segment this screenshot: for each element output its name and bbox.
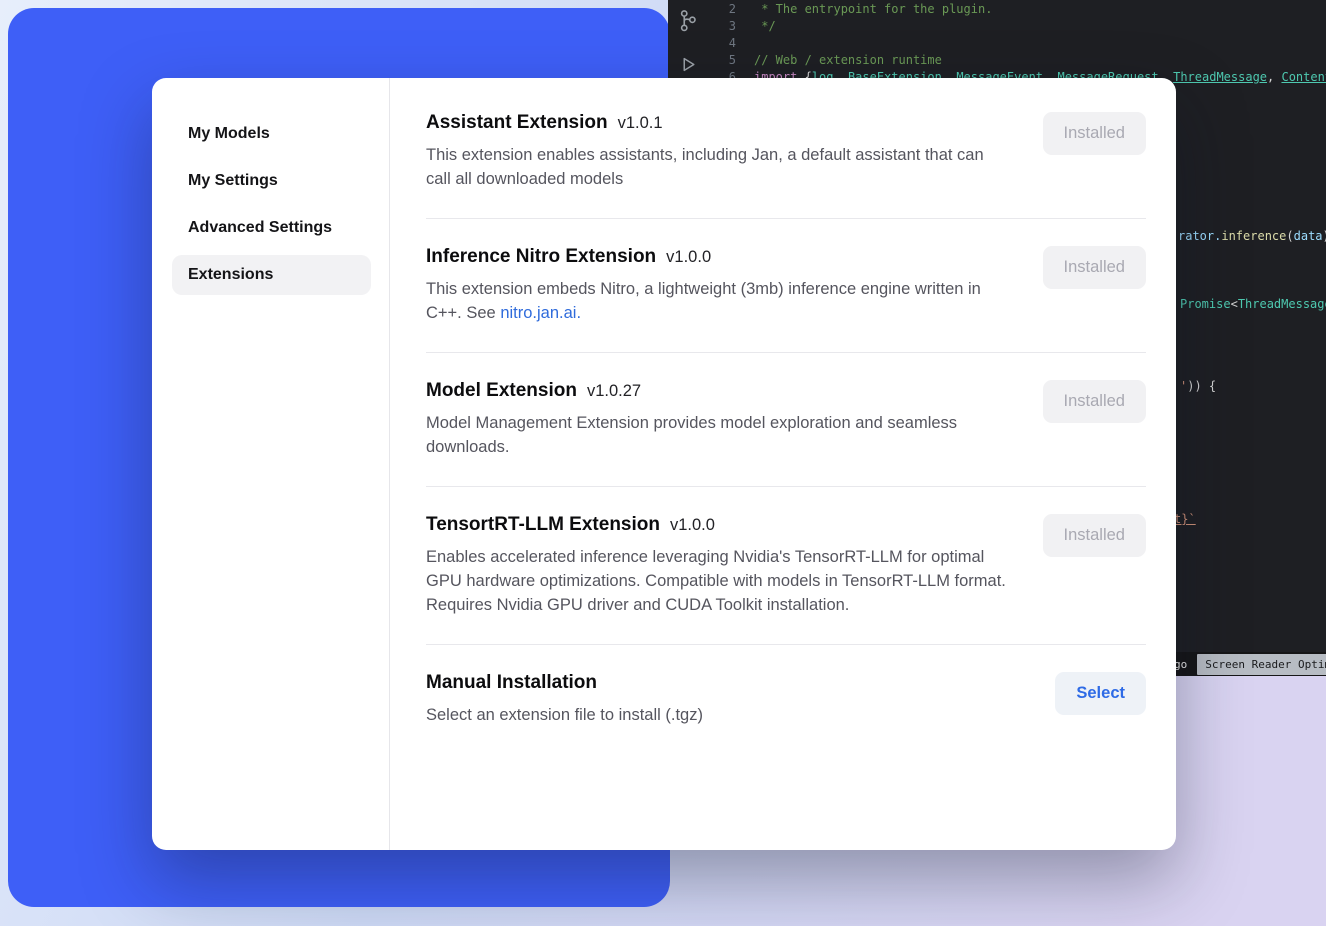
sidebar-item-advanced-settings[interactable]: Advanced Settings — [172, 208, 371, 248]
code-fragment: Promise<ThreadMessage> — [1180, 296, 1326, 313]
extension-version: v1.0.27 — [587, 382, 641, 401]
extension-title: Inference Nitro Extension — [426, 246, 656, 268]
code-line: 2 * The entrypoint for the plugin. — [668, 1, 1326, 18]
extension-description: This extension enables assistants, inclu… — [426, 143, 1011, 191]
section-divider — [426, 644, 1146, 645]
settings-modal: My Models My Settings Advanced Settings … — [152, 78, 1176, 850]
extension-section-tensorrt: TensortRT-LLM Extension v1.0.0 Enables a… — [426, 514, 1146, 617]
code-fragment: rator.inference(data)); — [1178, 228, 1326, 245]
sidebar-item-my-models[interactable]: My Models — [172, 114, 371, 154]
section-divider — [426, 486, 1146, 487]
manual-installation-title: Manual Installation — [426, 672, 597, 694]
extension-title: Model Extension — [426, 380, 577, 402]
installed-button[interactable]: Installed — [1043, 380, 1146, 423]
code-fragment: t}` — [1174, 511, 1196, 528]
sidebar-item-my-settings[interactable]: My Settings — [172, 161, 371, 201]
extension-description: Model Management Extension provides mode… — [426, 411, 1011, 459]
extension-description: Enables accelerated inference leveraging… — [426, 545, 1011, 617]
installed-button[interactable]: Installed — [1043, 514, 1146, 557]
code-line: 5// Web / extension runtime — [668, 52, 1326, 69]
extension-section-assistant: Assistant Extension v1.0.1 This extensio… — [426, 112, 1146, 191]
section-divider — [426, 218, 1146, 219]
sidebar-item-extensions[interactable]: Extensions — [172, 255, 371, 295]
section-divider — [426, 352, 1146, 353]
extension-section-nitro: Inference Nitro Extension v1.0.0 This ex… — [426, 246, 1146, 325]
extension-version: v1.0.0 — [670, 516, 715, 535]
settings-sidebar: My Models My Settings Advanced Settings … — [152, 78, 390, 850]
extension-version: v1.0.0 — [666, 248, 711, 267]
select-file-button[interactable]: Select — [1055, 672, 1146, 715]
extension-section-model: Model Extension v1.0.27 Model Management… — [426, 380, 1146, 459]
manual-installation-section: Manual Installation Select an extension … — [426, 672, 1146, 727]
nitro-jan-ai-link[interactable]: nitro.jan.ai. — [500, 304, 581, 322]
extensions-panel: Assistant Extension v1.0.1 This extensio… — [390, 78, 1176, 850]
installed-button[interactable]: Installed — [1043, 112, 1146, 155]
screen-reader-badge[interactable]: Screen Reader Optimized — [1197, 654, 1326, 675]
extension-version: v1.0.1 — [618, 114, 663, 133]
code-fragment: ')) { — [1180, 378, 1216, 395]
code-line: 4 — [668, 35, 1326, 52]
code-lines: 2 * The entrypoint for the plugin.3 */45… — [668, 1, 1326, 86]
manual-installation-description: Select an extension file to install (.tg… — [426, 703, 703, 727]
extension-description: This extension embeds Nitro, a lightweig… — [426, 277, 1011, 325]
extension-title: Assistant Extension — [426, 112, 608, 134]
extension-title: TensortRT-LLM Extension — [426, 514, 660, 536]
installed-button[interactable]: Installed — [1043, 246, 1146, 289]
code-line: 3 */ — [668, 18, 1326, 35]
